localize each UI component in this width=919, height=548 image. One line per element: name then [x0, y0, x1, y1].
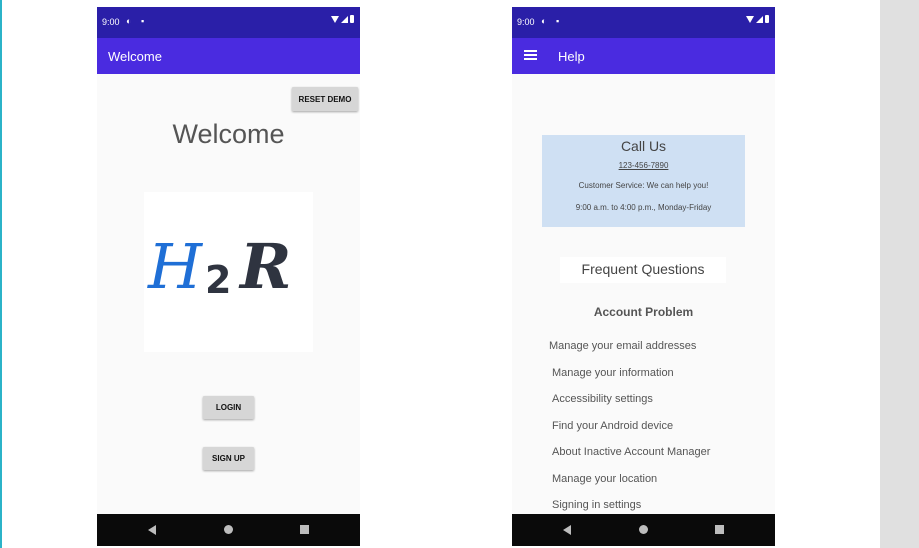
faq-item-accessibility[interactable]: Accessibility settings: [552, 393, 653, 405]
section-heading-account-problem: Account Problem: [593, 305, 694, 319]
sd-card-icon: ▪: [556, 16, 560, 26]
call-us-card: Call Us 123-456-7890 Customer Service: W…: [542, 135, 745, 227]
notification-icon: ◐: [126, 16, 132, 26]
logo-digit-2: 2: [205, 258, 232, 302]
faq-item-signing-in[interactable]: Signing in settings: [552, 499, 641, 511]
faq-item-find-device[interactable]: Find your Android device: [552, 420, 673, 432]
navigation-bar: [512, 514, 775, 546]
wifi-icon: [746, 15, 754, 23]
navigation-bar: [97, 514, 360, 546]
sd-card-icon: ▪: [141, 16, 145, 26]
service-hours-text: 9:00 a.m. to 4:00 p.m., Monday-Friday: [575, 203, 712, 212]
customer-service-text: Customer Service: We can help you!: [578, 181, 709, 190]
right-side-panel: [880, 0, 919, 548]
home-icon[interactable]: [224, 525, 233, 534]
faq-item-email-addresses[interactable]: Manage your email addresses: [549, 340, 696, 352]
battery-icon: [350, 15, 354, 23]
notification-icon: ◐: [541, 16, 547, 26]
reset-demo-button[interactable]: RESET DEMO: [292, 87, 358, 111]
wifi-icon: [331, 15, 339, 23]
status-icons: [331, 15, 354, 23]
faq-item-location[interactable]: Manage your location: [552, 473, 657, 485]
status-bar: 9:00 ◐ ▪: [512, 7, 775, 38]
faq-item-information[interactable]: Manage your information: [552, 367, 674, 379]
app-bar-title: Help: [558, 49, 585, 64]
faq-item-inactive-account[interactable]: About Inactive Account Manager: [552, 446, 710, 458]
recents-icon[interactable]: [715, 525, 724, 534]
recents-icon[interactable]: [300, 525, 309, 534]
sign-up-button[interactable]: SIGN UP: [203, 447, 254, 470]
signal-icon: [341, 15, 348, 23]
app-bar-title: Welcome: [108, 49, 162, 64]
signal-icon: [756, 15, 763, 23]
call-us-title: Call Us: [620, 138, 667, 154]
back-icon[interactable]: [563, 525, 571, 535]
app-bar: Welcome: [97, 38, 360, 74]
status-icons: [746, 15, 769, 23]
app-bar: Help: [512, 38, 775, 74]
status-time: 9:00: [102, 17, 120, 27]
login-button[interactable]: LOGIN: [203, 396, 254, 419]
welcome-screen: 9:00 ◐ ▪ Welcome RESET DEMO Welcome H 2 …: [97, 7, 360, 546]
logo-letter-r: R: [240, 230, 292, 303]
status-bar: 9:00 ◐ ▪: [97, 7, 360, 38]
left-edge-border: [0, 0, 2, 548]
logo: H 2 R: [144, 192, 313, 352]
battery-icon: [765, 15, 769, 23]
status-time: 9:00: [517, 17, 535, 27]
help-screen: 9:00 ◐ ▪ Help Call Us 123-456-7890 Custo…: [512, 7, 775, 546]
menu-icon[interactable]: [524, 50, 537, 60]
back-icon[interactable]: [148, 525, 156, 535]
welcome-heading: Welcome: [172, 119, 285, 149]
phone-number-link[interactable]: 123-456-7890: [542, 161, 745, 170]
logo-letter-h: H: [148, 230, 203, 303]
frequent-questions-title: Frequent Questions: [560, 257, 726, 283]
home-icon[interactable]: [639, 525, 648, 534]
